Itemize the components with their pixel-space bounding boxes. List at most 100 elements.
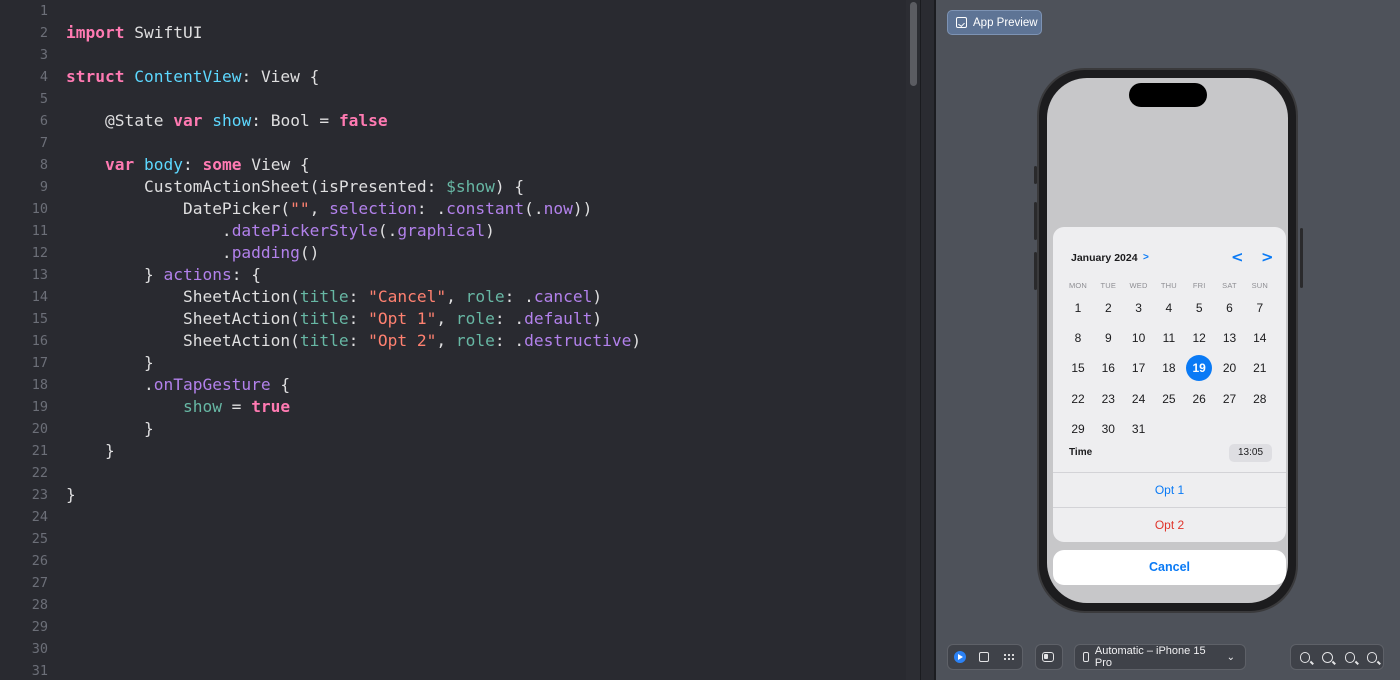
side-button [1300, 228, 1303, 288]
calendar-day[interactable]: 2 [1093, 295, 1123, 321]
calendar-day[interactable]: 12 [1184, 325, 1214, 351]
code-token-plain: : . [504, 287, 534, 306]
code-line[interactable]: show = true [66, 396, 290, 418]
line-number: 3 [39, 47, 48, 63]
code-line[interactable]: } actions: { [66, 264, 261, 286]
calendar-day[interactable]: 10 [1124, 325, 1154, 351]
calendar-day[interactable]: 21 [1245, 355, 1275, 381]
variants-button[interactable] [996, 645, 1020, 669]
code-token-decl: show [212, 111, 252, 130]
device-settings-button[interactable] [1036, 645, 1060, 669]
code-token-plain: } [66, 265, 164, 284]
zoom-in-icon[interactable] [1322, 651, 1333, 663]
code-line[interactable]: } [66, 440, 115, 462]
volume-down-button [1034, 252, 1037, 290]
calendar-day[interactable]: 26 [1184, 386, 1214, 412]
code-token-method: cancel [533, 287, 593, 306]
calendar-day[interactable]: 7 [1245, 295, 1275, 321]
line-number: 25 [31, 531, 48, 547]
calendar-day[interactable]: 1 [1063, 295, 1093, 321]
calendar-day[interactable]: 3 [1124, 295, 1154, 321]
code-token-plain: { [299, 67, 320, 86]
device-picker[interactable]: Automatic – iPhone 15 Pro ⌄ [1074, 644, 1246, 670]
calendar-day[interactable]: 11 [1154, 325, 1184, 351]
calendar-day[interactable]: 17 [1124, 355, 1154, 381]
live-mode-button[interactable] [948, 645, 972, 669]
code-token-plain: ) [592, 287, 603, 306]
editor-scrollbar-thumb[interactable] [910, 2, 917, 86]
code-line[interactable]: } [66, 418, 154, 440]
code-line[interactable]: .padding() [66, 242, 320, 264]
zoom-fit-icon[interactable] [1344, 651, 1355, 663]
calendar-day[interactable]: 9 [1093, 325, 1123, 351]
calendar-day[interactable]: 8 [1063, 325, 1093, 351]
calendar-day[interactable]: 18 [1154, 355, 1184, 381]
calendar-day[interactable]: 28 [1245, 386, 1275, 412]
line-number: 19 [31, 399, 48, 415]
selected-day[interactable]: 19 [1184, 355, 1214, 382]
editor-scrollbar[interactable] [906, 0, 920, 680]
calendar-day[interactable]: 4 [1154, 295, 1184, 321]
line-number: 9 [39, 179, 48, 195]
calendar-day[interactable]: 30 [1093, 416, 1123, 442]
code-line[interactable]: CustomActionSheet(isPresented: $show) { [66, 176, 524, 198]
code-line[interactable]: } [66, 484, 76, 506]
code-line[interactable]: SheetAction(title: "Opt 2", role: .destr… [66, 330, 641, 352]
code-line[interactable]: .datePickerStyle(.graphical) [66, 220, 495, 242]
code-line[interactable]: SheetAction(title: "Cancel", role: .canc… [66, 286, 602, 308]
code-token-type: View [260, 67, 300, 86]
code-line[interactable]: SheetAction(title: "Opt 1", role: .defau… [66, 308, 602, 330]
code-token-plain: } [66, 485, 76, 504]
opt-2-button[interactable]: Opt 2 [1053, 508, 1286, 542]
calendar-day[interactable]: 20 [1215, 355, 1245, 381]
opt-1-button[interactable]: Opt 1 [1053, 473, 1286, 508]
line-number: 2 [39, 25, 48, 41]
code-token-type: SwiftUI [134, 23, 203, 42]
calendar-day[interactable]: 15 [1063, 355, 1093, 381]
selectable-mode-button[interactable] [972, 645, 996, 669]
calendar-day[interactable]: 14 [1245, 325, 1275, 351]
calendar-day[interactable]: 6 [1215, 295, 1245, 321]
code-line[interactable]: @State var show: Bool = false [66, 110, 388, 132]
calendar-grid: 1 2 3 4 5 6 7 8 9 10 11 12 13 14 15 16 17 18 19 20 21 22 23 24 2… [1053, 227, 1286, 477]
code-line[interactable]: DatePicker("", selection: .constant(.now… [66, 198, 592, 220]
zoom-out-icon[interactable] [1300, 651, 1311, 663]
code-token-method: now [543, 199, 573, 218]
calendar-day[interactable]: 27 [1215, 386, 1245, 412]
device-settings-group [1035, 644, 1063, 670]
calendar-day[interactable]: 24 [1124, 386, 1154, 412]
phone-screen: January 2024 > < > MON TUE WED THU FRI SAT SUN… [1047, 78, 1288, 603]
calendar-day[interactable]: 31 [1124, 416, 1154, 442]
code-line[interactable]: var body: some View { [66, 154, 310, 176]
app-preview-icon [956, 17, 967, 28]
code-token-plain: ( [280, 199, 291, 218]
dynamic-island [1129, 83, 1207, 107]
app-preview-tab[interactable]: App Preview [947, 10, 1042, 35]
calendar-day[interactable]: 13 [1215, 325, 1245, 351]
calendar-day[interactable]: 25 [1154, 386, 1184, 412]
chevron-down-icon: ⌄ [1226, 651, 1235, 663]
code-token-string: "" [290, 199, 310, 218]
pane-divider[interactable] [920, 0, 934, 680]
line-number: 8 [39, 157, 48, 173]
calendar-day[interactable]: 5 [1184, 295, 1214, 321]
calendar-day[interactable]: 16 [1093, 355, 1123, 381]
code-line[interactable]: struct ContentView: View { [66, 66, 319, 88]
zoom-actual-icon[interactable] [1366, 651, 1377, 663]
code-token-plain: , [309, 199, 330, 218]
code-token-plain: (. [377, 221, 398, 240]
code-editor[interactable]: 1 2 3 4 5 6 7 8 9 10 11 12 13 14 15 16 17 18 19 20 21 22 23 24 2… [0, 0, 920, 680]
calendar-day[interactable]: 23 [1093, 386, 1123, 412]
code-token-prop: role [455, 331, 495, 350]
cancel-button[interactable]: Cancel [1053, 550, 1286, 585]
code-line[interactable]: .onTapGesture { [66, 374, 290, 396]
code-line[interactable]: } [66, 352, 154, 374]
calendar-day[interactable]: 29 [1063, 416, 1093, 442]
code-line[interactable]: import SwiftUI [66, 22, 202, 44]
code-area[interactable]: import SwiftUI struct ContentView: View {… [66, 0, 900, 680]
calendar-day[interactable]: 22 [1063, 386, 1093, 412]
